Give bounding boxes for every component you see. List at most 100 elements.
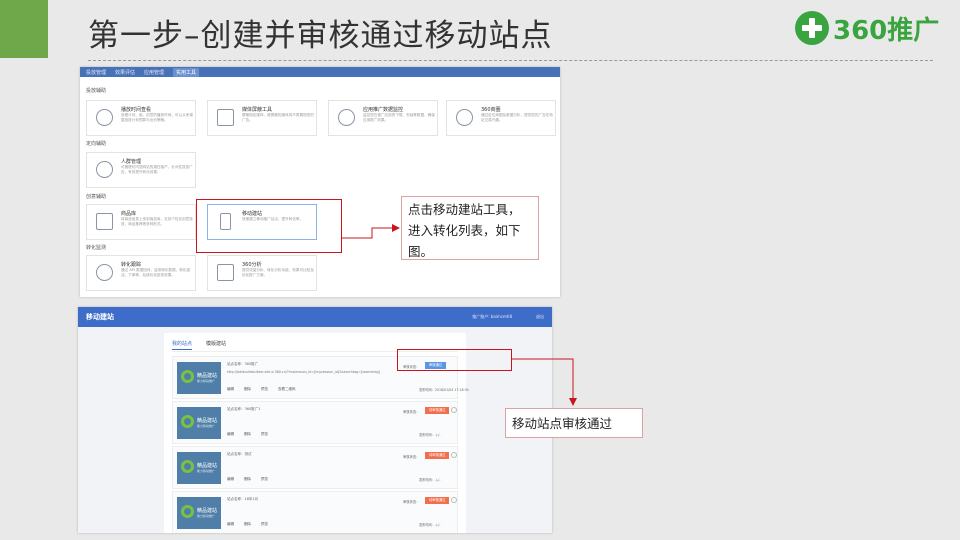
plus-logo-icon bbox=[795, 11, 829, 45]
status-badge: 待审核通过 bbox=[425, 452, 450, 459]
row-actions: 编辑 删除 预览 bbox=[227, 432, 278, 437]
nav-item-apps[interactable]: 应用管理 bbox=[144, 69, 164, 76]
preview-button[interactable]: 预览 bbox=[261, 387, 268, 392]
tool-card-title: 360商圈 bbox=[481, 107, 501, 113]
tool-card-desc: 监控您在推广应用的下载、安装等数据，确保应用推广效果。 bbox=[363, 113, 435, 122]
tool-card[interactable]: 播放时间查看 查看计划、组、创意的播放时间，可以从来调整投放计划预算与出价策略。 bbox=[86, 100, 196, 136]
nav-item-tools[interactable]: 实用工具 bbox=[173, 67, 200, 77]
help-icon[interactable] bbox=[451, 497, 457, 503]
qrcode-button[interactable]: 查看二维码 bbox=[278, 387, 296, 392]
delete-button[interactable]: 删除 bbox=[244, 432, 251, 437]
publish-time: 发布时间：-/-/- bbox=[419, 433, 441, 437]
tool-card[interactable]: 媒体屏蔽工具 屏蔽指定媒体，被屏蔽的媒体将不再展现您的广告。 bbox=[207, 100, 317, 136]
site-row: 精品建站 助力移动推广 站点名称：360推广1 编辑 删除 预览 审核状态： 待审… bbox=[172, 401, 458, 444]
mobile-site-screenshot: 移动建站 推广账户: baimcmh8 退出 我的站点 模版建站 精品建站 助力移… bbox=[78, 307, 552, 533]
logo-text: 360推广 bbox=[833, 15, 940, 46]
highlight-box-approved-status bbox=[397, 349, 512, 371]
edit-button[interactable]: 编辑 bbox=[227, 522, 234, 527]
site-row: 精品建站 助力移动推广 站点名称：测试 编辑 删除 预览 审核状态： 待审核通过 … bbox=[172, 446, 458, 489]
site-url[interactable]: http://baidusitebuilder.site.e.360.cn/?i… bbox=[227, 370, 380, 374]
tab-templates[interactable]: 模版建站 bbox=[206, 340, 226, 350]
ring-logo-icon bbox=[181, 370, 194, 383]
status-label: 审核状态： bbox=[403, 500, 420, 504]
preview-button[interactable]: 预览 bbox=[261, 522, 268, 527]
tool-card[interactable]: 应用推广数据监控 监控您在推广应用的下载、安装等数据，确保应用推广效果。 bbox=[328, 100, 438, 136]
folder-icon bbox=[96, 213, 113, 230]
tool-card-title: 商品库 bbox=[121, 211, 137, 217]
section-title: 定向辅助 bbox=[86, 141, 107, 147]
callout-approved: 移动站点审核通过 bbox=[505, 408, 643, 438]
site-thumbnail[interactable]: 精品建站 助力移动推广 bbox=[177, 452, 221, 484]
site-thumbnail[interactable]: 精品建站 助力移动推广 bbox=[177, 362, 221, 394]
tool-card-desc: 可管理访问您网站的潜在客户，针对性投放广告，有效提升转化效果。 bbox=[121, 165, 193, 174]
status-badge: 待审核通过 bbox=[425, 407, 450, 414]
edit-button[interactable]: 编辑 bbox=[227, 477, 234, 482]
delete-button[interactable]: 删除 bbox=[244, 387, 251, 392]
row-actions: 编辑 删除 预览 查看二维码 bbox=[227, 387, 306, 392]
account-info: 推广账户: baimcmh8 bbox=[472, 314, 512, 319]
tool-card[interactable]: 人群管理 可管理访问您网站的潜在客户，针对性投放广告，有效提升转化效果。 bbox=[86, 152, 196, 188]
row-actions: 编辑 删除 预览 bbox=[227, 522, 278, 527]
tab-bar: 我的站点 模版建站 bbox=[172, 340, 240, 350]
tab-my-sites[interactable]: 我的站点 bbox=[172, 340, 193, 350]
delete-button[interactable]: 删除 bbox=[244, 522, 251, 527]
tool-card-desc: 屏蔽指定媒体，被屏蔽的媒体将不再展现您的广告。 bbox=[242, 113, 314, 122]
thumbnail-subtext: 助力移动推广 bbox=[197, 514, 216, 518]
tool-card[interactable]: 360分析 提供流量分析、转化分析功能，效果可比较及优化推广方案。 bbox=[207, 255, 317, 291]
nav-item-campaign[interactable]: 投放管理 bbox=[86, 69, 106, 76]
tool-card[interactable]: 商品库 将商品信息上传到商品库，支持个性化创意投放，商品推荐等多种形式。 bbox=[86, 204, 196, 240]
status-label: 审核状态： bbox=[403, 455, 420, 459]
preview-button[interactable]: 预览 bbox=[261, 432, 268, 437]
tool-card-desc: 通过定位商圈及数据分析，提供您的广告在地址交易兴趣。 bbox=[481, 113, 553, 122]
site-thumbnail[interactable]: 精品建站 助力移动推广 bbox=[177, 497, 221, 529]
help-icon[interactable] bbox=[451, 407, 457, 413]
pie-icon bbox=[456, 109, 473, 126]
tool-card-title: 播放时间查看 bbox=[121, 107, 152, 113]
tool-card-desc: 通过 API 数据回传，监测转化数据，转化激活、下单等，后续优化投放效果。 bbox=[121, 268, 191, 277]
target-icon bbox=[96, 264, 113, 281]
top-nav: 投放管理 效果评估 应用管理 实用工具 bbox=[80, 67, 560, 77]
section-title: 创意辅助 bbox=[86, 194, 107, 200]
header-divider bbox=[88, 60, 933, 61]
thumbnail-text: 精品建站 bbox=[197, 508, 218, 514]
tool-card-title: 人群管理 bbox=[121, 159, 142, 165]
people-icon bbox=[96, 161, 113, 178]
tool-card-desc: 提供流量分析、转化分析功能，效果可比较及优化推广方案。 bbox=[242, 268, 314, 277]
site-name: 站点名称：18年1月 bbox=[227, 497, 259, 501]
thumbnail-text: 精品建站 bbox=[197, 463, 218, 469]
tool-card[interactable]: 转化跟踪 通过 API 数据回传，监测转化数据，转化激活、下单等，后续优化投放效… bbox=[86, 255, 196, 291]
tool-card-desc: 将商品信息上传到商品库，支持个性化创意投放，商品推荐等多种形式。 bbox=[121, 217, 193, 226]
thumbnail-text: 精品建站 bbox=[197, 373, 218, 379]
ring-logo-icon bbox=[181, 415, 194, 428]
delete-button[interactable]: 删除 bbox=[244, 477, 251, 482]
site-name: 站点名称：360推广1 bbox=[227, 407, 261, 411]
chart-icon bbox=[217, 264, 234, 281]
site-thumbnail[interactable]: 精品建站 助力移动推广 bbox=[177, 407, 221, 439]
accent-bar bbox=[0, 0, 48, 58]
site-name: 站点名称：测试 bbox=[227, 452, 252, 456]
site-name: 站点名称：360推广 bbox=[227, 362, 259, 366]
tools-screenshot: 投放管理 效果评估 应用管理 实用工具 投放辅助 播放时间查看 查看计划、组、创… bbox=[80, 67, 560, 297]
app-header: 移动建站 推广账户: baimcmh8 退出 bbox=[78, 307, 552, 327]
tool-card-title: 转化跟踪 bbox=[121, 262, 142, 268]
tool-card[interactable]: 360商圈 通过定位商圈及数据分析，提供您的广告在地址交易兴趣。 bbox=[446, 100, 556, 136]
thumbnail-text: 精品建站 bbox=[197, 418, 218, 424]
section-title: 投放辅助 bbox=[86, 88, 107, 94]
slide-title: 第一步–创建并审核通过移动站点 bbox=[88, 18, 553, 54]
callout-instruction: 点击移动建站工具，进入转化列表，如下图。 bbox=[401, 196, 539, 260]
thumbnail-subtext: 助力移动推广 bbox=[197, 379, 216, 383]
publish-time: 发布时间：-/-/- bbox=[419, 523, 441, 527]
section-title: 转化监测 bbox=[86, 245, 107, 251]
status-label: 审核状态： bbox=[403, 410, 420, 414]
edit-button[interactable]: 编辑 bbox=[227, 432, 234, 437]
block-icon bbox=[217, 109, 234, 126]
nav-item-report[interactable]: 效果评估 bbox=[115, 69, 135, 76]
logo: 360推广 bbox=[795, 10, 939, 46]
app-title: 移动建站 bbox=[86, 313, 114, 321]
preview-button[interactable]: 预览 bbox=[261, 477, 268, 482]
edit-button[interactable]: 编辑 bbox=[227, 387, 234, 392]
publish-time: 发布时间：-/-/- bbox=[419, 478, 441, 482]
site-row: 精品建站 助力移动推广 站点名称：18年1月 编辑 删除 预览 审核状态： 待审核… bbox=[172, 491, 458, 533]
help-icon[interactable] bbox=[451, 452, 457, 458]
logout-link[interactable]: 退出 bbox=[536, 314, 544, 320]
